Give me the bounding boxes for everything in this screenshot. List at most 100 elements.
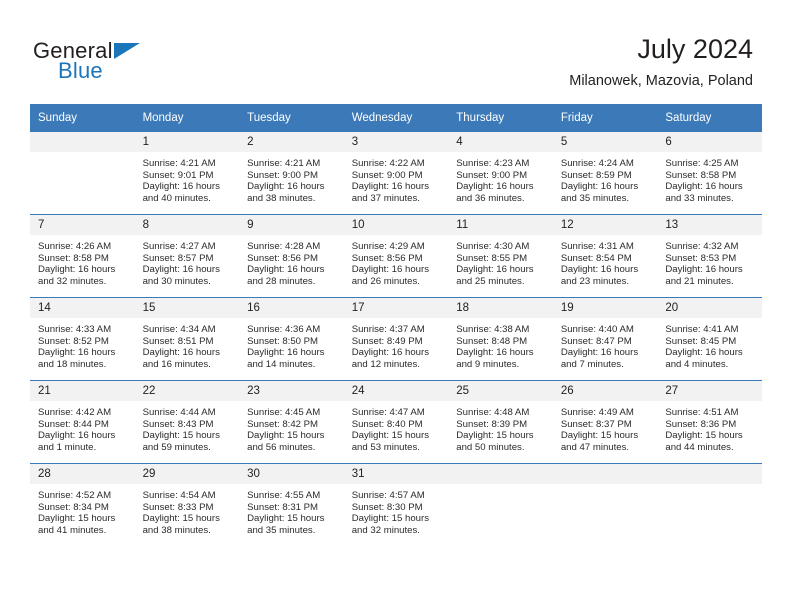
sunrise-time: Sunrise: 4:49 AM <box>560 407 634 418</box>
sunrise-time: Sunrise: 4:27 AM <box>142 241 216 252</box>
calendar-day-cell[interactable]: 31 Sunrise: 4:57 AM Sunset: 8:30 PM Dayligh… <box>343 463 449 546</box>
calendar-day-cell[interactable]: 4 Sunrise: 4:23 AM Sunset: 9:00 PM Daylight… <box>448 132 553 215</box>
daylight-line-2: and 35 minutes. <box>247 524 316 536</box>
calendar-day-cell[interactable]: 17 Sunrise: 4:37 AM Sunset: 8:49 PM Dayligh… <box>343 297 449 381</box>
sunrise-time: Sunrise: 4:30 AM <box>456 241 530 252</box>
calendar-day-cell[interactable]: 22 Sunrise: 4:44 AM Sunset: 8:43 PM Dayligh… <box>134 380 240 464</box>
day-details: Sunrise: 4:31 AM Sunset: 8:54 PM Daylight:… <box>553 235 658 297</box>
sunrise-time: Sunrise: 4:55 AM <box>247 490 321 501</box>
calendar-day-cell[interactable]: 6 Sunrise: 4:25 AM Sunset: 8:58 PM Daylight… <box>657 132 762 215</box>
day-details: Sunrise: 4:22 AM Sunset: 9:00 PM Daylight:… <box>344 152 449 214</box>
calendar-day-cell[interactable]: 15 Sunrise: 4:34 AM Sunset: 8:51 PM Dayligh… <box>134 297 240 381</box>
calendar-day-cell[interactable]: 1 Sunrise: 4:21 AM Sunset: 9:01 PM Daylight… <box>134 132 240 215</box>
weekday-header-monday: Monday <box>134 104 240 132</box>
sunrise-time: Sunrise: 4:31 AM <box>560 241 634 252</box>
weekday-header-friday: Friday <box>552 104 658 132</box>
sunrise-time: Sunrise: 4:36 AM <box>247 324 321 335</box>
calendar-day-cell[interactable]: 12 Sunrise: 4:31 AM Sunset: 8:54 PM Dayligh… <box>552 214 658 298</box>
day-details: Sunrise: 4:51 AM Sunset: 8:36 PM Daylight:… <box>657 401 762 463</box>
weekday-header-wednesday: Wednesday <box>343 104 449 132</box>
sunset-time: Sunset: 8:57 PM <box>142 252 214 264</box>
day-details: Sunrise: 4:44 AM Sunset: 8:43 PM Daylight:… <box>135 401 240 463</box>
sunset-time: Sunset: 8:47 PM <box>560 335 632 347</box>
calendar-day-cell[interactable]: 13 Sunrise: 4:32 AM Sunset: 8:53 PM Dayligh… <box>657 214 762 298</box>
daylight-line-1: Daylight: 16 hours <box>38 264 116 276</box>
calendar-day-cell[interactable]: 2 Sunrise: 4:21 AM Sunset: 9:00 PM Daylight… <box>239 132 344 215</box>
calendar-day-cell[interactable]: 11 Sunrise: 4:30 AM Sunset: 8:55 PM Dayligh… <box>448 214 553 298</box>
calendar-day-cell[interactable]: 18 Sunrise: 4:38 AM Sunset: 8:48 PM Dayligh… <box>448 297 553 381</box>
sunset-time: Sunset: 8:51 PM <box>142 335 214 347</box>
daylight-line-2: and 50 minutes. <box>456 441 525 453</box>
calendar-day-cell[interactable]: 8 Sunrise: 4:27 AM Sunset: 8:57 PM Daylight… <box>134 214 240 298</box>
sunset-time: Sunset: 8:42 PM <box>247 418 319 430</box>
calendar-day-cell[interactable]: 3 Sunrise: 4:22 AM Sunset: 9:00 PM Daylight… <box>343 132 449 215</box>
day-details: Sunrise: 4:37 AM Sunset: 8:49 PM Daylight:… <box>344 318 449 380</box>
day-details: Sunrise: 4:25 AM Sunset: 8:58 PM Daylight:… <box>657 152 762 214</box>
sunrise-time: Sunrise: 4:28 AM <box>247 241 321 252</box>
calendar-day-cell[interactable]: 10 Sunrise: 4:29 AM Sunset: 8:56 PM Dayligh… <box>343 214 449 298</box>
sunset-time: Sunset: 8:40 PM <box>351 418 423 430</box>
daylight-line-1: Daylight: 16 hours <box>560 181 639 193</box>
daylight-line-1: Daylight: 16 hours <box>142 181 220 193</box>
daylight-line-1: Daylight: 15 hours <box>142 513 220 525</box>
calendar-day-cell[interactable]: 20 Sunrise: 4:41 AM Sunset: 8:45 PM Dayligh… <box>657 297 762 381</box>
weekday-header-thursday: Thursday <box>448 104 553 132</box>
calendar-day-cell[interactable]: 28 Sunrise: 4:52 AM Sunset: 8:34 PM Dayligh… <box>30 463 135 546</box>
daylight-line-2: and 36 minutes. <box>456 192 525 204</box>
daylight-line-2: and 53 minutes. <box>351 441 420 453</box>
day-details: Sunrise: 4:41 AM Sunset: 8:45 PM Daylight:… <box>657 318 762 380</box>
weekday-header-tuesday: Tuesday <box>239 104 344 132</box>
sunset-time: Sunset: 8:56 PM <box>351 252 423 264</box>
calendar-day-cell[interactable]: 5 Sunrise: 4:24 AM Sunset: 8:59 PM Daylight… <box>552 132 658 215</box>
day-number: 11 <box>448 215 553 235</box>
sunrise-time: Sunrise: 4:21 AM <box>142 158 216 169</box>
daylight-line-2: and 30 minutes. <box>142 275 211 287</box>
sunrise-time: Sunrise: 4:37 AM <box>351 324 425 335</box>
day-number: 1 <box>134 132 240 152</box>
weekday-header-sunday: Sunday <box>30 104 135 132</box>
day-number: 12 <box>552 215 658 235</box>
general-blue-logo[interactable]: General Blue <box>33 38 163 83</box>
day-number <box>30 132 135 152</box>
day-number: 23 <box>239 381 344 401</box>
sunset-time: Sunset: 8:34 PM <box>38 501 109 513</box>
daylight-line-2: and 35 minutes. <box>560 192 630 204</box>
daylight-line-1: Daylight: 16 hours <box>142 264 220 276</box>
calendar-day-cell[interactable]: 14 Sunrise: 4:33 AM Sunset: 8:52 PM Dayligh… <box>30 297 135 381</box>
calendar-day-cell[interactable]: 23 Sunrise: 4:45 AM Sunset: 8:42 PM Dayligh… <box>239 380 344 464</box>
sunset-time: Sunset: 9:00 PM <box>456 169 528 181</box>
sunrise-time: Sunrise: 4:33 AM <box>38 324 112 335</box>
day-details: Sunrise: 4:30 AM Sunset: 8:55 PM Daylight:… <box>448 235 553 297</box>
day-details: Sunrise: 4:26 AM Sunset: 8:58 PM Daylight:… <box>30 235 135 297</box>
daylight-line-1: Daylight: 16 hours <box>456 181 534 193</box>
sunrise-time: Sunrise: 4:26 AM <box>38 241 112 252</box>
calendar-day-cell[interactable]: 9 Sunrise: 4:28 AM Sunset: 8:56 PM Daylight… <box>239 214 344 298</box>
sunset-time: Sunset: 8:36 PM <box>665 418 737 430</box>
daylight-line-1: Daylight: 16 hours <box>456 264 534 276</box>
calendar-day-cell[interactable]: 7 Sunrise: 4:26 AM Sunset: 8:58 PM Daylight… <box>30 214 135 298</box>
daylight-line-2: and 28 minutes. <box>247 275 316 287</box>
day-number: 9 <box>239 215 344 235</box>
sunset-time: Sunset: 9:00 PM <box>351 169 423 181</box>
page-subtitle: Milanowek, Mazovia, Poland <box>569 73 753 89</box>
calendar-day-cell[interactable]: 16 Sunrise: 4:36 AM Sunset: 8:50 PM Dayligh… <box>239 297 344 381</box>
calendar-day-cell[interactable]: 25 Sunrise: 4:48 AM Sunset: 8:39 PM Dayligh… <box>448 380 553 464</box>
calendar-day-cell[interactable]: 21 Sunrise: 4:42 AM Sunset: 8:44 PM Dayligh… <box>30 380 135 464</box>
sunset-time: Sunset: 8:45 PM <box>665 335 737 347</box>
calendar-day-cell-empty <box>657 463 762 546</box>
daylight-line-2: and 14 minutes. <box>247 358 316 370</box>
calendar-day-cell[interactable]: 30 Sunrise: 4:55 AM Sunset: 8:31 PM Dayligh… <box>239 463 344 546</box>
calendar-day-cell[interactable]: 26 Sunrise: 4:49 AM Sunset: 8:37 PM Dayligh… <box>552 380 658 464</box>
calendar-day-cell[interactable]: 19 Sunrise: 4:40 AM Sunset: 8:47 PM Dayligh… <box>552 297 658 381</box>
daylight-line-1: Daylight: 15 hours <box>247 513 325 525</box>
daylight-line-1: Daylight: 15 hours <box>142 430 220 442</box>
sunset-time: Sunset: 9:01 PM <box>142 169 214 181</box>
calendar-week-row: 7 Sunrise: 4:26 AM Sunset: 8:58 PM Daylight… <box>30 214 762 298</box>
calendar-day-cell[interactable]: 27 Sunrise: 4:51 AM Sunset: 8:36 PM Dayligh… <box>657 380 762 464</box>
calendar-day-cell[interactable]: 24 Sunrise: 4:47 AM Sunset: 8:40 PM Dayligh… <box>343 380 449 464</box>
sunrise-time: Sunrise: 4:57 AM <box>351 490 425 501</box>
calendar-day-cell[interactable]: 29 Sunrise: 4:54 AM Sunset: 8:33 PM Dayligh… <box>134 463 240 546</box>
daylight-line-2: and 18 minutes. <box>38 358 107 370</box>
daylight-line-2: and 33 minutes. <box>665 192 734 204</box>
day-number: 15 <box>134 298 240 318</box>
